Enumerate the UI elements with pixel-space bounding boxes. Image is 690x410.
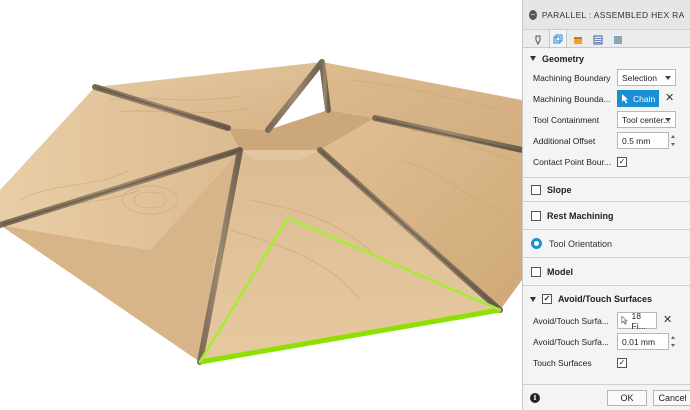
clear-surfaces-icon[interactable]: ✕: [663, 315, 672, 326]
model-viewport[interactable]: [0, 0, 522, 410]
collapse-icon[interactable]: –: [529, 9, 537, 20]
tool-containment-select[interactable]: Tool center...: [617, 111, 676, 128]
avoid-surfaces-label: Avoid/Touch Surfa...: [533, 315, 609, 326]
avoid-offset-input[interactable]: 0.01 mm: [617, 333, 669, 350]
additional-offset-input[interactable]: 0.5 mm: [617, 132, 669, 149]
slope-group[interactable]: Slope: [523, 178, 690, 202]
expand-triangle-icon: [530, 56, 536, 61]
dialog-footer: i OK Cancel: [523, 384, 690, 410]
linking-tab[interactable]: [609, 31, 627, 47]
tool-tab[interactable]: [529, 31, 547, 47]
machining-boundary-selection-row: Machining Bounda... Chain ✕: [523, 88, 690, 109]
touch-surfaces-label: Touch Surfaces: [533, 357, 592, 368]
model-checkbox[interactable]: [531, 266, 541, 277]
hex-ramp-model: [0, 59, 522, 365]
slope-label: Slope: [547, 184, 572, 195]
info-icon[interactable]: i: [530, 392, 540, 403]
contact-point-label: Contact Point Bour...: [533, 156, 611, 167]
tool-containment-row: Tool Containment Tool center...: [523, 109, 690, 130]
cancel-button[interactable]: Cancel: [653, 390, 690, 406]
geometry-header-label: Geometry: [542, 53, 585, 64]
geometry-section-header[interactable]: Geometry: [523, 50, 690, 67]
clear-selection-icon[interactable]: ✕: [665, 93, 674, 104]
cursor-icon: [621, 316, 628, 325]
avoid-offset-spinner[interactable]: [671, 334, 679, 349]
machining-boundary-value: Selection: [622, 72, 657, 83]
slope-checkbox[interactable]: [531, 184, 541, 195]
avoid-touch-header-label: Avoid/Touch Surfaces: [558, 294, 653, 304]
dialog-title: PARALLEL : ASSEMBLED HEX RAMP FINIS: [541, 9, 684, 20]
contact-point-row: Contact Point Bour... ✓: [523, 151, 690, 172]
avoid-offset-row: Avoid/Touch Surfa... 0.01 mm: [523, 331, 690, 352]
rest-machining-group[interactable]: Rest Machining: [523, 202, 690, 230]
heights-tab[interactable]: [569, 31, 587, 47]
chain-selection-button[interactable]: Chain: [617, 90, 659, 107]
model-label: Model: [547, 266, 573, 277]
geometry-tab[interactable]: [549, 29, 567, 47]
model-group[interactable]: Model: [523, 258, 690, 286]
rest-machining-checkbox[interactable]: [531, 210, 541, 221]
additional-offset-row: Additional Offset 0.5 mm: [523, 130, 690, 151]
chain-label: Chain: [633, 93, 656, 104]
tool-orientation-icon: [531, 238, 542, 249]
avoid-offset-value: 0.01 mm: [622, 336, 656, 347]
machining-boundary-select[interactable]: Selection: [617, 69, 676, 86]
avoid-touch-checkbox[interactable]: ✓: [542, 294, 552, 304]
rest-machining-label: Rest Machining: [547, 210, 614, 221]
contact-point-checkbox[interactable]: ✓: [617, 156, 627, 167]
dropdown-arrow-icon: [665, 118, 671, 122]
dialog-tabbar: [523, 29, 690, 48]
geometry-icon: [553, 34, 563, 43]
ok-button[interactable]: OK: [607, 390, 647, 406]
parallel-dialog: – PARALLEL : ASSEMBLED HEX RAMP FINIS Ge…: [522, 0, 690, 410]
avoid-offset-label: Avoid/Touch Surfa...: [533, 336, 609, 347]
dropdown-arrow-icon: [665, 76, 671, 80]
machining-boundary-row: Machining Boundary Selection: [523, 67, 690, 88]
avoid-surfaces-row: Avoid/Touch Surfa... 18 Fi... ✕: [523, 310, 690, 331]
machining-boundary-label: Machining Boundary: [533, 72, 611, 83]
expand-triangle-icon: [530, 296, 536, 302]
additional-offset-label: Additional Offset: [533, 135, 596, 146]
tool-orientation-group[interactable]: Tool Orientation: [523, 230, 690, 258]
passes-icon: [593, 35, 603, 44]
tool-containment-value: Tool center...: [622, 114, 671, 125]
avoid-surfaces-selection[interactable]: 18 Fi...: [617, 310, 657, 331]
additional-offset-value: 0.5 mm: [622, 135, 651, 146]
tool-icon: [535, 35, 541, 45]
passes-tab[interactable]: [589, 31, 607, 47]
linking-icon: [614, 35, 622, 44]
touch-surfaces-checkbox[interactable]: ✓: [617, 357, 627, 368]
tool-orientation-label: Tool Orientation: [549, 238, 613, 249]
dialog-titlebar[interactable]: – PARALLEL : ASSEMBLED HEX RAMP FINIS: [523, 0, 690, 30]
machining-boundary-selection-label: Machining Bounda...: [533, 93, 611, 104]
avoid-touch-section-header[interactable]: ✓ Avoid/Touch Surfaces: [523, 288, 690, 310]
heights-icon: [574, 36, 582, 44]
tool-containment-label: Tool Containment: [533, 114, 600, 125]
offset-spinner[interactable]: [671, 133, 679, 148]
touch-surfaces-row: Touch Surfaces ✓: [523, 352, 690, 373]
avoid-surfaces-value: 18 Fi...: [631, 310, 646, 331]
cursor-icon: [622, 93, 629, 103]
